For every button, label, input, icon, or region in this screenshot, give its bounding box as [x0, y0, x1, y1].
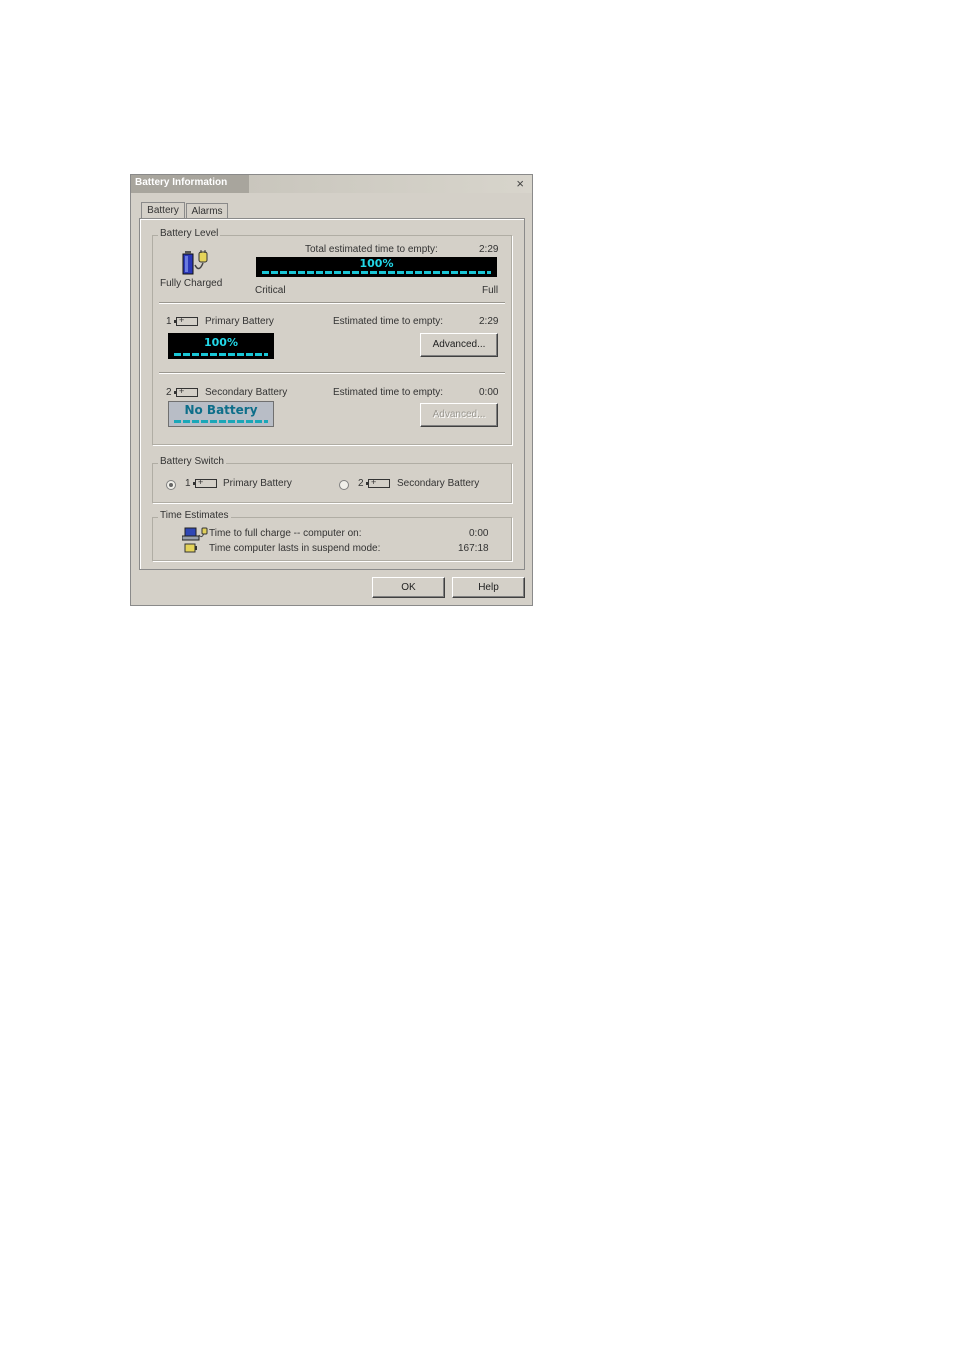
computer-charging-icon: [182, 527, 208, 541]
critical-label: Critical: [255, 285, 286, 296]
help-button[interactable]: Help: [452, 577, 525, 598]
battery-status-text: Fully Charged: [160, 278, 223, 289]
secondary-time-value: 0:00: [479, 387, 499, 398]
secondary-advanced-button[interactable]: Advanced...: [420, 403, 498, 427]
suspend-battery-icon: [184, 543, 197, 553]
full-label: Full: [482, 285, 499, 296]
primary-time-value: 2:29: [479, 316, 499, 327]
time-estimates-legend: Time Estimates: [158, 510, 231, 521]
secondary-time-label: Estimated time to empty:: [333, 387, 444, 398]
switch-secondary-number: 2: [358, 478, 364, 489]
suspend-label: Time computer lasts in suspend mode:: [209, 543, 381, 554]
battery-switch-legend: Battery Switch: [158, 456, 226, 467]
battery-switch-group: Battery Switch 1 + Primary Battery 2 + S…: [152, 456, 512, 503]
switch-primary-number: 1: [185, 478, 191, 489]
no-battery-segments: [174, 420, 268, 423]
suspend-value: 167:18: [458, 543, 489, 554]
primary-battery-icon: +: [174, 315, 198, 326]
secondary-number: 2: [166, 387, 172, 398]
battery-information-dialog: Battery Information × Battery Alarms Bat…: [130, 174, 533, 606]
primary-charge-meter: 100%: [168, 333, 274, 359]
total-charge-meter: 100%: [256, 257, 497, 277]
switch-secondary-label[interactable]: Secondary Battery: [397, 478, 479, 489]
secondary-battery-label: Secondary Battery: [205, 387, 288, 398]
primary-advanced-button[interactable]: Advanced...: [420, 333, 498, 357]
switch-primary-label[interactable]: Primary Battery: [223, 478, 292, 489]
primary-battery-radio[interactable]: [166, 480, 176, 490]
title-bar[interactable]: Battery Information ×: [131, 175, 532, 193]
time-estimates-group: Time Estimates Time to full charge -- co…: [152, 510, 512, 561]
total-time-value: 2:29: [479, 244, 499, 255]
total-charge-fill: [262, 271, 491, 274]
full-charge-label: Time to full charge -- computer on:: [209, 528, 362, 539]
divider: [159, 302, 505, 304]
total-charge-percent: 100%: [359, 257, 394, 270]
fully-charged-battery-icon: [182, 250, 208, 275]
tab-battery[interactable]: Battery: [141, 202, 185, 218]
battery-level-group: Battery Level Fully Charged Total estima…: [152, 228, 512, 445]
primary-time-label: Estimated time to empty:: [333, 316, 444, 327]
divider: [159, 372, 505, 374]
secondary-battery-radio[interactable]: [339, 480, 349, 490]
no-battery-text: No Battery: [184, 403, 258, 417]
secondary-battery-icon: +: [174, 386, 198, 397]
switch-secondary-battery-icon: +: [366, 477, 390, 488]
total-time-label: Total estimated time to empty:: [305, 244, 438, 255]
battery-level-legend: Battery Level: [158, 228, 221, 239]
primary-charge-fill: [174, 353, 268, 356]
tab-alarms[interactable]: Alarms: [186, 203, 228, 218]
ok-button[interactable]: OK: [372, 577, 445, 598]
primary-charge-percent: 100%: [204, 336, 238, 349]
secondary-charge-meter: No Battery: [168, 401, 274, 427]
close-icon[interactable]: ×: [516, 176, 524, 191]
primary-number: 1: [166, 316, 172, 327]
full-charge-value: 0:00: [469, 528, 489, 539]
window-title: Battery Information: [135, 177, 228, 188]
battery-tab-panel: Battery Level Fully Charged Total estima…: [139, 218, 525, 570]
switch-primary-battery-icon: +: [193, 477, 217, 488]
primary-battery-label: Primary Battery: [205, 316, 274, 327]
